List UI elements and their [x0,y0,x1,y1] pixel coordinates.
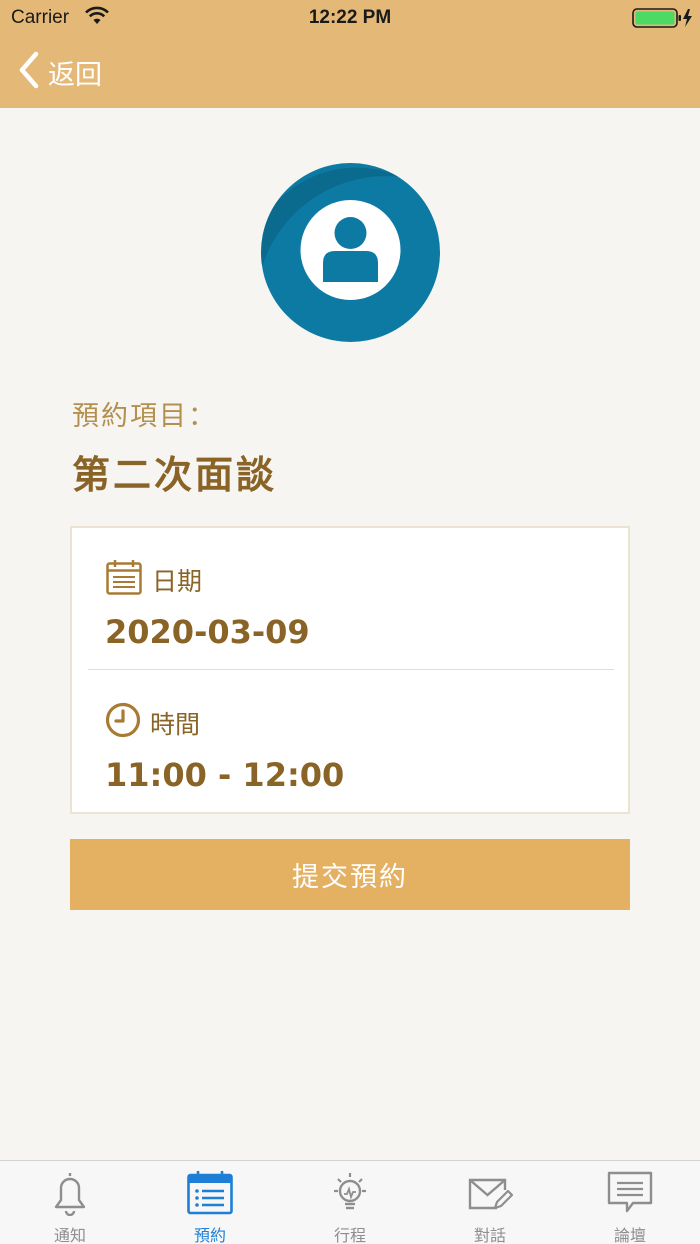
divider [88,669,614,670]
chevron-left-icon [18,51,40,93]
appointment-details-card: 日期 2020-03-09 時間 11:00 - 12:00 [70,526,630,814]
envelope-pen-icon [467,1170,513,1216]
submit-appointment-button[interactable]: 提交預約 [70,839,630,910]
tab-messages[interactable]: 對話 [420,1161,560,1244]
tab-label: 通知 [53,1226,86,1244]
date-value: 2020-03-09 [105,613,310,651]
tab-bar: 通知 預約 行程 對話 論壇 [0,1160,700,1244]
time-label: 時間 [150,710,201,739]
chat-bubble-icon [607,1170,653,1216]
battery-icon [632,7,694,34]
tab-forum[interactable]: 論壇 [560,1161,700,1244]
navigation-header: Carrier 12:22 PM 返回 [0,0,700,108]
date-label: 日期 [152,567,203,596]
appointment-item-label: 預約項目： [72,401,217,432]
tab-schedule[interactable]: 行程 [280,1161,420,1244]
lightbulb-icon [327,1170,373,1216]
clock-icon [105,702,141,744]
status-time: 12:22 PM [308,7,392,28]
tab-label: 行程 [333,1226,366,1244]
date-row-title: 日期 [105,558,202,602]
status-bar: Carrier 12:22 PM [0,0,700,36]
tab-label: 預約 [193,1226,226,1244]
time-value: 11:00 - 12:00 [105,756,345,794]
avatar [261,163,440,342]
tab-appointments[interactable]: 預約 [140,1161,280,1244]
tab-label: 論壇 [613,1226,646,1244]
time-row-title: 時間 [105,702,200,744]
calendar-list-icon [187,1170,233,1216]
tab-label: 對話 [473,1226,506,1244]
user-icon [261,163,440,342]
back-label: 返回 [48,59,102,91]
calendar-icon [105,558,143,602]
bell-icon [47,1170,93,1216]
back-button[interactable]: 返回 [18,50,102,94]
tab-notifications[interactable]: 通知 [0,1161,140,1244]
appointment-item-value: 第二次面談 [72,453,278,497]
